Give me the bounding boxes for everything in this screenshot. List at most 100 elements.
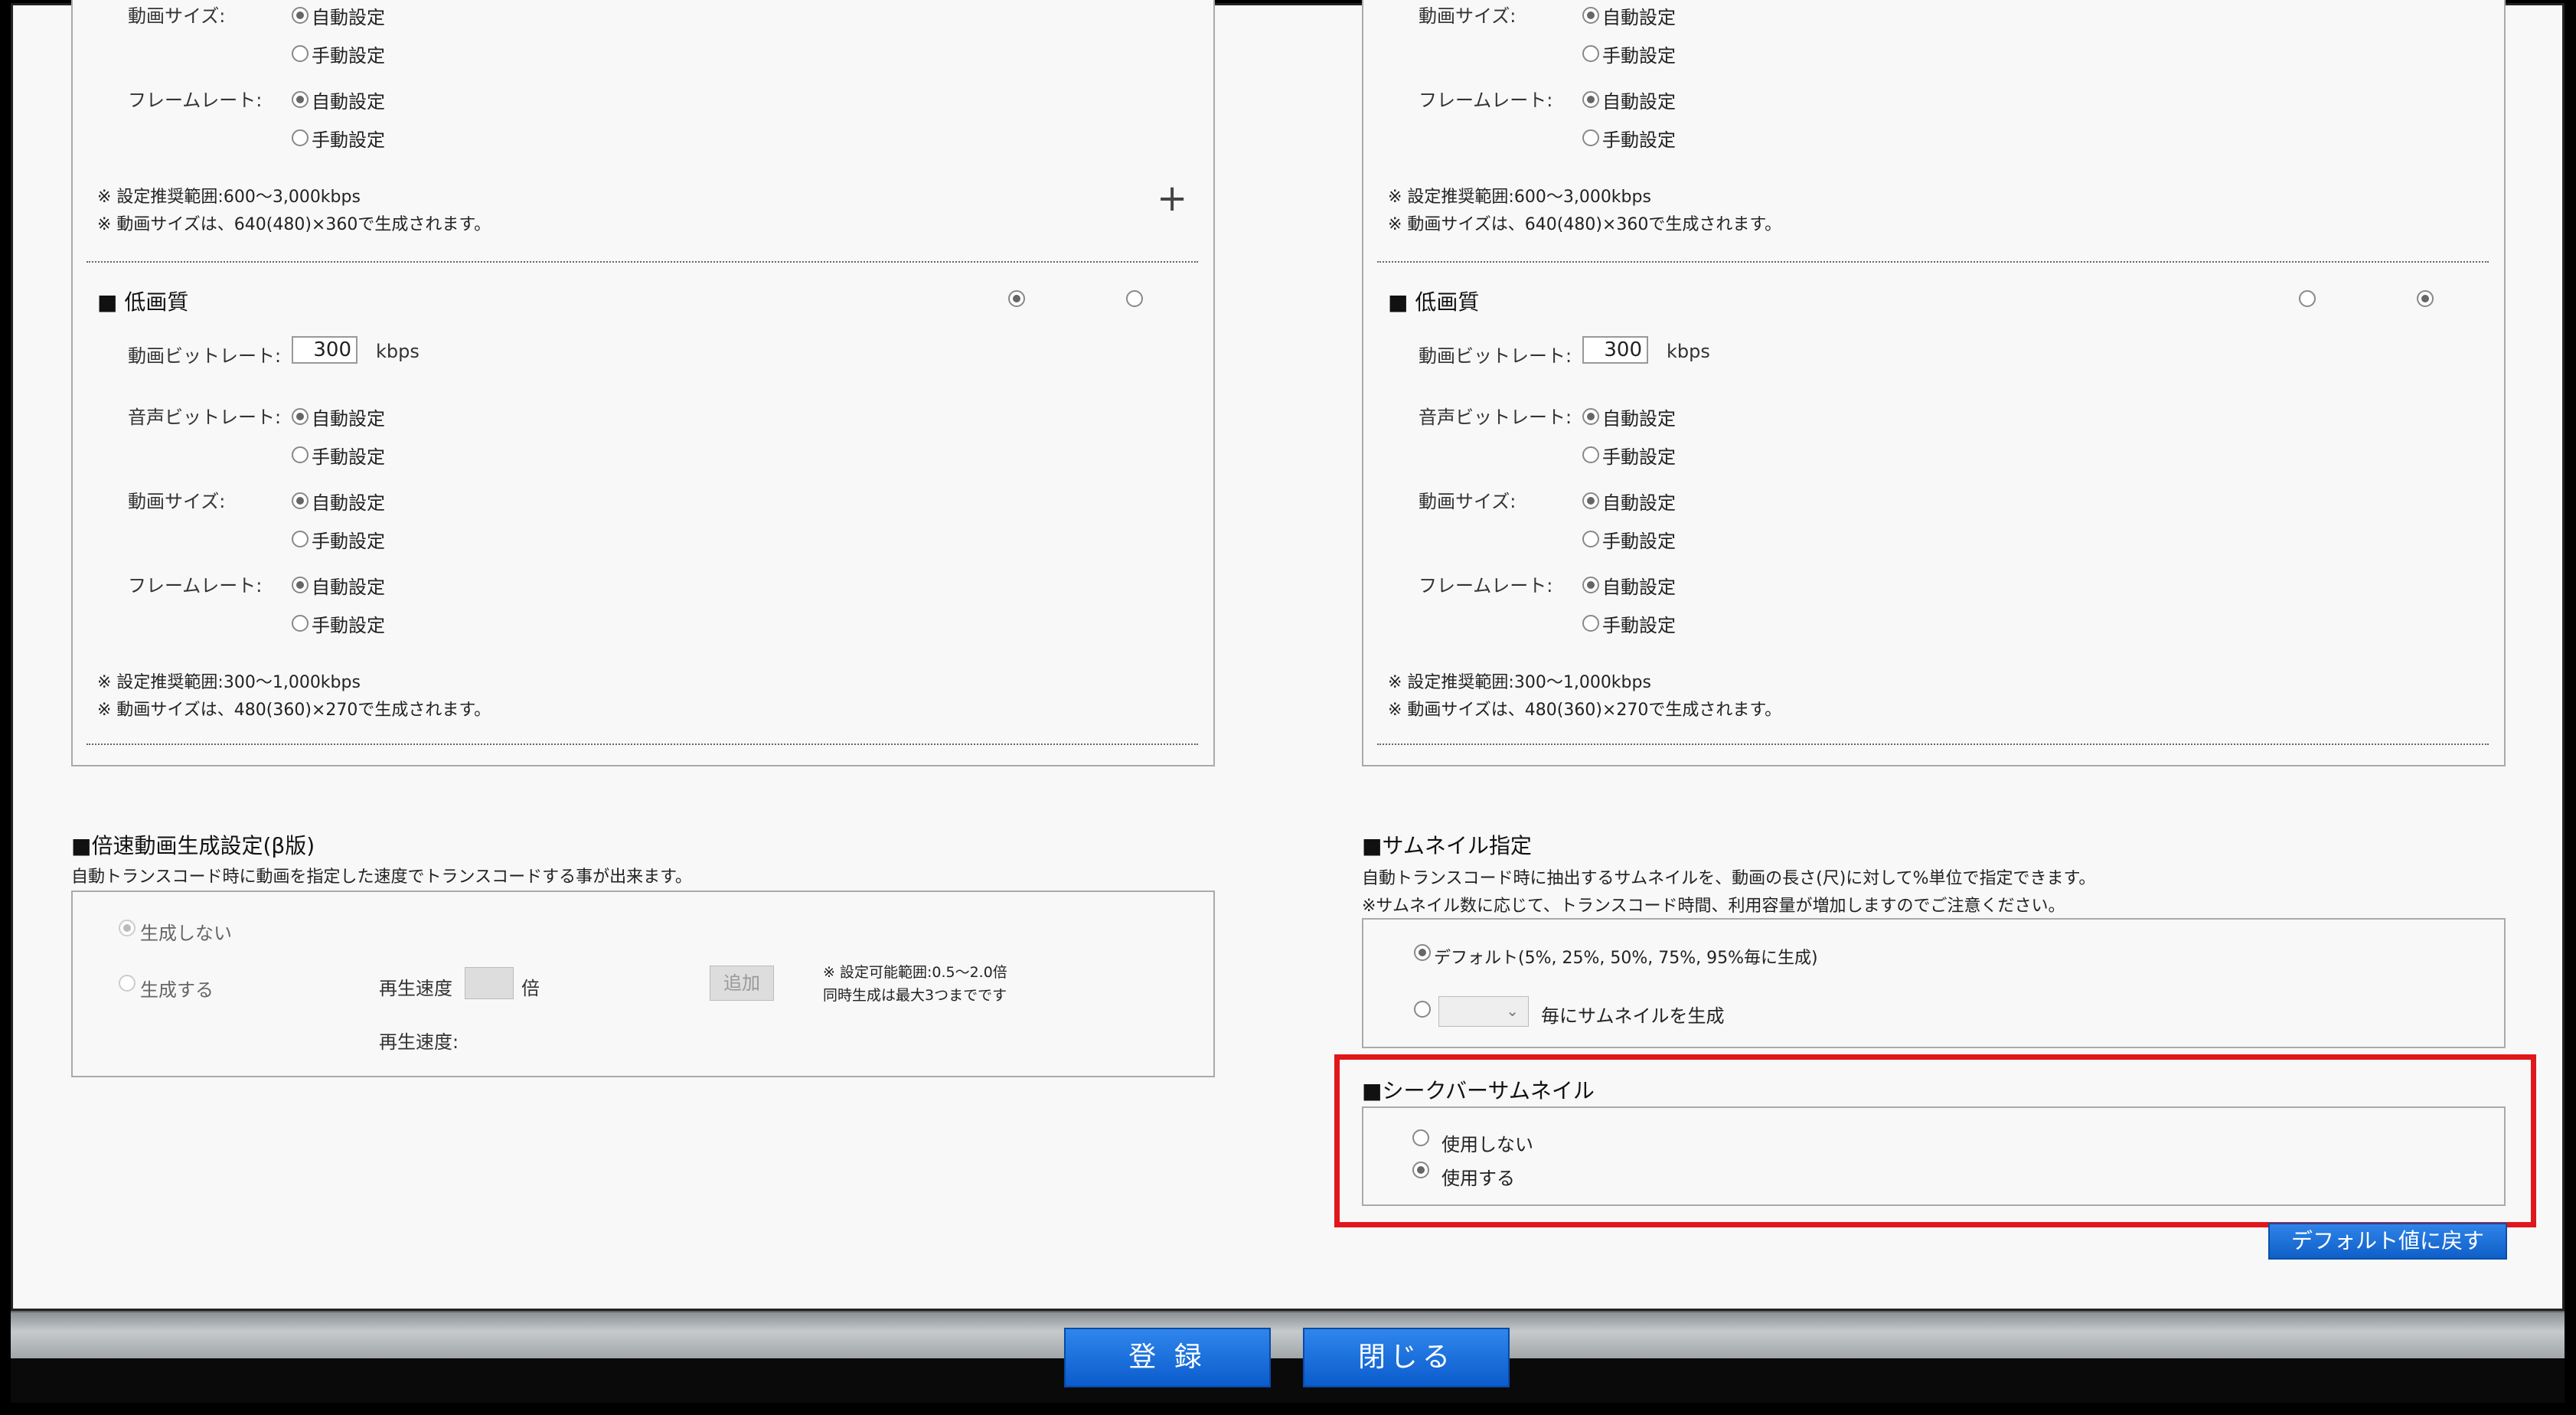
- left-mid-note-range: ※ 設定推奨範囲:600～3,000kbps: [97, 188, 361, 207]
- right-low-audio-label: 音声ビットレート:: [1419, 407, 1572, 428]
- left-low-size-manual-radio[interactable]: [292, 531, 309, 547]
- left-low-size-auto-text: 自動設定: [312, 492, 385, 514]
- speed-generate-text: 生成する: [140, 979, 214, 1001]
- right-mid-note-range: ※ 設定推奨範囲:600～3,000kbps: [1388, 188, 1651, 207]
- right-low-note-range: ※ 設定推奨範囲:300～1,000kbps: [1388, 673, 1651, 692]
- left-mid-fps-label: フレームレート:: [128, 90, 263, 111]
- speed-rate-label: 再生速度: [379, 978, 452, 999]
- right-low-audio-auto-radio[interactable]: [1582, 408, 1599, 425]
- right-low-select-radio-a[interactable]: [2299, 290, 2316, 307]
- speed-no-generate-text: 生成しない: [140, 923, 232, 944]
- right-mid-size-auto-text: 自動設定: [1602, 7, 1676, 28]
- speed-generate-radio[interactable]: [119, 975, 135, 992]
- left-quality-panel: [71, 0, 1215, 766]
- left-low-audio-manual-radio[interactable]: [292, 446, 309, 463]
- thumbnail-interval-select[interactable]: ⌄: [1438, 996, 1529, 1027]
- left-low-fps-manual-text: 手動設定: [312, 615, 385, 636]
- left-low-bitrate-unit: kbps: [376, 341, 420, 362]
- right-low-fps-manual-radio[interactable]: [1582, 615, 1599, 632]
- thumbnail-section-title: ■サムネイル指定: [1362, 833, 1532, 858]
- speed-note-max: 同時生成は最大3つまでです: [823, 987, 1007, 1004]
- left-divider-2: [87, 743, 1198, 745]
- speed-section-title: ■倍速動画生成設定(β版): [71, 833, 315, 858]
- left-low-note-range: ※ 設定推奨範囲:300～1,000kbps: [97, 673, 361, 692]
- left-mid-size-manual-radio[interactable]: [292, 45, 309, 62]
- right-mid-fps-label: フレームレート:: [1419, 90, 1553, 111]
- close-button[interactable]: 閉じる: [1303, 1328, 1510, 1387]
- left-low-audio-auto-radio[interactable]: [292, 408, 309, 425]
- speed-panel: [71, 891, 1215, 1077]
- seekbar-use-text: 使用する: [1441, 1168, 1515, 1189]
- right-low-fps-auto-text: 自動設定: [1602, 577, 1676, 598]
- left-low-size-auto-radio[interactable]: [292, 492, 309, 509]
- left-low-size-manual-text: 手動設定: [312, 531, 385, 552]
- left-mid-size-auto-text: 自動設定: [312, 7, 385, 28]
- left-low-audio-auto-text: 自動設定: [312, 408, 385, 430]
- left-mid-fps-manual-radio[interactable]: [292, 129, 309, 146]
- seekbar-use-radio[interactable]: [1412, 1162, 1429, 1178]
- left-low-audio-label: 音声ビットレート:: [128, 407, 282, 428]
- left-low-select-radio-b[interactable]: [1126, 290, 1143, 307]
- right-mid-size-manual-text: 手動設定: [1602, 45, 1676, 67]
- footer-bar: [11, 1311, 2565, 1360]
- left-low-select-radio-a[interactable]: [1008, 290, 1025, 307]
- seekbar-not-use-radio[interactable]: [1412, 1129, 1429, 1146]
- left-mid-size-manual-text: 手動設定: [312, 45, 385, 67]
- speed-note-range: ※ 設定可能範囲:0.5～2.0倍: [823, 964, 1007, 981]
- speed-rate-list-label: 再生速度:: [379, 1031, 459, 1053]
- thumbnail-desc-1: 自動トランスコード時に抽出するサムネイルを、動画の長さ(尺)に対して%単位で指定…: [1362, 869, 2096, 888]
- left-mid-size-label: 動画サイズ:: [128, 5, 226, 27]
- thumbnail-default-text: デフォルト(5%, 25%, 50%, 75%, 95%毎に生成): [1434, 949, 1818, 968]
- speed-rate-input[interactable]: [465, 967, 514, 999]
- right-mid-size-auto-radio[interactable]: [1582, 7, 1599, 24]
- right-low-bitrate-label: 動画ビットレート:: [1419, 345, 1572, 367]
- right-low-fps-manual-text: 手動設定: [1602, 615, 1676, 636]
- right-low-bitrate-unit: kbps: [1667, 341, 1710, 362]
- right-low-size-manual-radio[interactable]: [1582, 531, 1599, 547]
- right-low-size-manual-text: 手動設定: [1602, 531, 1676, 552]
- right-low-size-auto-radio[interactable]: [1582, 492, 1599, 509]
- right-low-fps-auto-radio[interactable]: [1582, 577, 1599, 593]
- right-divider-2: [1377, 743, 2489, 745]
- right-low-fps-label: フレームレート:: [1419, 575, 1553, 596]
- left-low-fps-manual-radio[interactable]: [292, 615, 309, 632]
- left-low-title: ■ 低画質: [97, 289, 189, 315]
- speed-section-description: 自動トランスコード時に動画を指定した速度でトランスコードする事が出来ます。: [71, 868, 692, 887]
- right-mid-size-manual-radio[interactable]: [1582, 45, 1599, 62]
- left-low-fps-auto-radio[interactable]: [292, 577, 309, 593]
- right-mid-note-size: ※ 動画サイズは、640(480)×360で生成されます。: [1388, 215, 1782, 234]
- right-quality-panel: [1362, 0, 2506, 766]
- left-mid-size-auto-radio[interactable]: [292, 7, 309, 24]
- left-low-fps-label: フレームレート:: [128, 575, 263, 596]
- speed-add-button[interactable]: 追加: [710, 966, 774, 1001]
- right-mid-fps-manual-radio[interactable]: [1582, 129, 1599, 146]
- right-divider-1: [1377, 261, 2489, 263]
- right-mid-fps-auto-radio[interactable]: [1582, 91, 1599, 108]
- left-low-size-label: 動画サイズ:: [128, 491, 226, 512]
- reset-default-button[interactable]: デフォルト値に戻す: [2268, 1223, 2507, 1260]
- left-mid-note-size: ※ 動画サイズは、640(480)×360で生成されます。: [97, 215, 491, 234]
- settings-page: 動画サイズ: 自動設定 手動設定 フレームレート: 自動設定 手動設定 ※ 設定…: [11, 0, 2565, 1311]
- register-button[interactable]: 登 録: [1064, 1328, 1271, 1387]
- thumbnail-default-radio[interactable]: [1414, 944, 1431, 961]
- right-mid-fps-auto-text: 自動設定: [1602, 91, 1676, 113]
- right-low-audio-auto-text: 自動設定: [1602, 408, 1676, 430]
- right-mid-fps-manual-text: 手動設定: [1602, 129, 1676, 151]
- speed-no-generate-radio[interactable]: [119, 920, 135, 936]
- right-mid-size-label: 動画サイズ:: [1419, 5, 1517, 27]
- right-low-title: ■ 低画質: [1388, 289, 1480, 315]
- left-mid-fps-manual-text: 手動設定: [312, 129, 385, 151]
- left-mid-fps-auto-text: 自動設定: [312, 91, 385, 113]
- left-divider-1: [87, 261, 1198, 263]
- left-mid-fps-auto-radio[interactable]: [292, 91, 309, 108]
- left-low-bitrate-input[interactable]: 300: [292, 336, 358, 364]
- right-low-audio-manual-radio[interactable]: [1582, 446, 1599, 463]
- thumbnail-every-radio[interactable]: [1414, 1001, 1431, 1018]
- right-low-bitrate-input[interactable]: 300: [1582, 336, 1648, 364]
- right-low-note-size: ※ 動画サイズは、480(360)×270で生成されます。: [1388, 701, 1782, 720]
- thumbnail-desc-2: ※サムネイル数に応じて、トランスコード時間、利用容量が増加しますのでご注意くださ…: [1362, 897, 2065, 916]
- footer-base: [11, 1358, 2565, 1403]
- expand-plus-icon[interactable]: +: [1157, 180, 1187, 217]
- right-low-select-radio-b[interactable]: [2417, 290, 2434, 307]
- thumbnail-panel: [1362, 918, 2506, 1048]
